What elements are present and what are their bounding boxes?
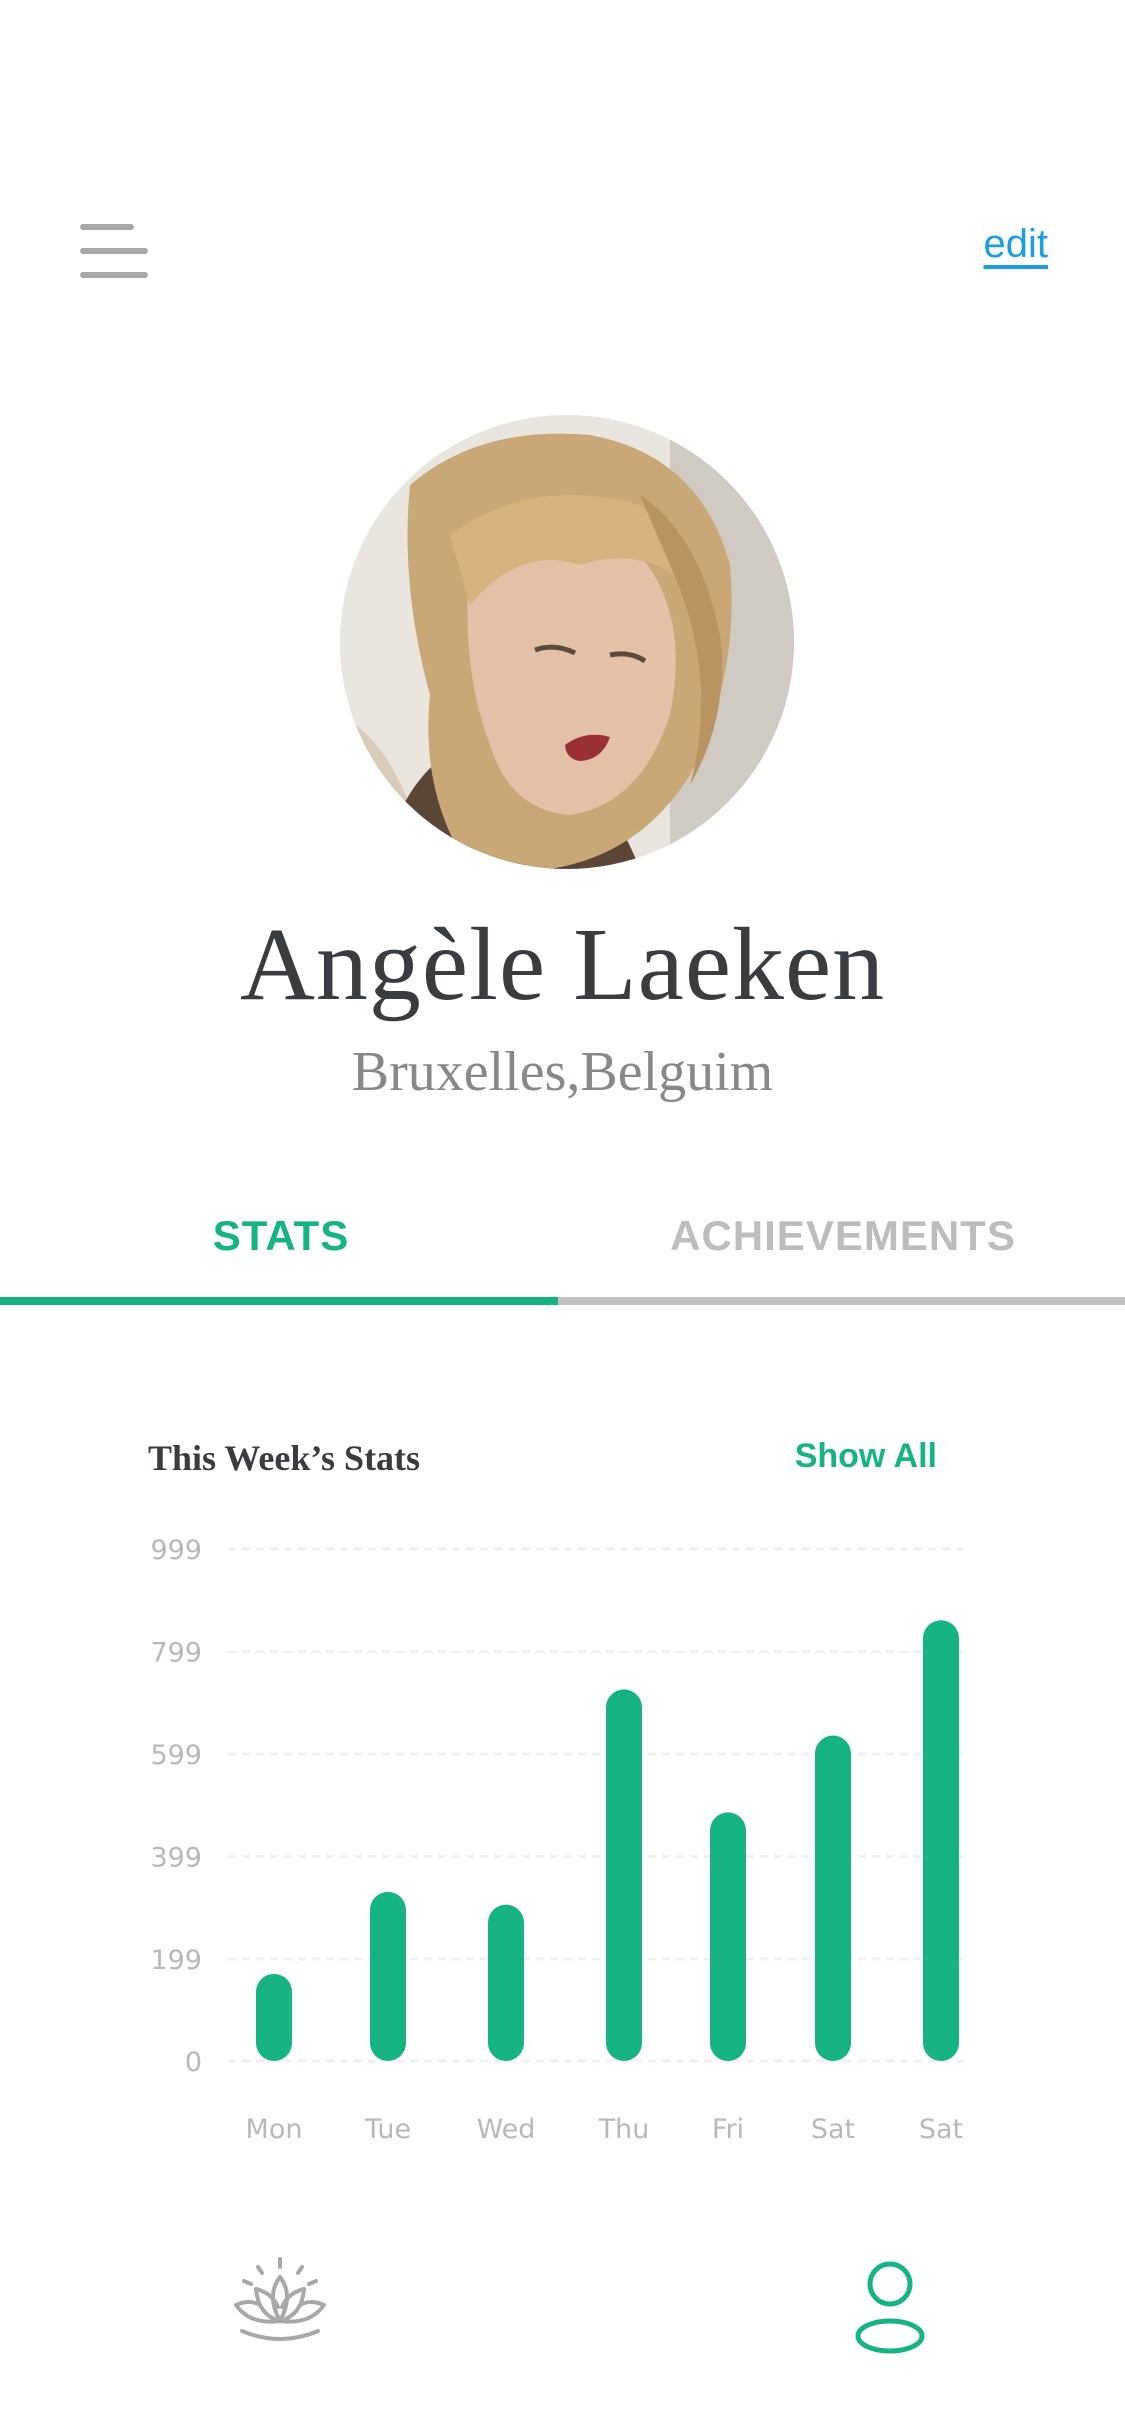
profile-name: Angèle Laeken [239,907,886,1022]
weekly-stats-title: This Week’s Stats [148,1438,421,1478]
y-tick-label: 399 [150,1843,202,1874]
bar-sat-6 [923,1620,959,2061]
tab-achievements[interactable]: ACHIEVEMENTS [562,1212,1124,1260]
bar-mon-0 [256,1973,292,2061]
x-tick-label: Fri [712,2114,744,2145]
y-tick-label: 199 [150,1945,202,1976]
hamburger-menu-icon [80,224,134,230]
bar-tue-1 [370,1891,406,2061]
avatar [340,415,794,869]
bar-wed-2 [488,1904,524,2061]
y-tick-label: 599 [150,1740,202,1771]
lotus-meditation-icon [234,2257,326,2341]
x-tick-label: Wed [477,2114,536,2145]
x-tick-label: Sat [811,2114,855,2145]
hamburger-line [80,248,148,254]
bar-thu-3 [606,1689,642,2061]
tab-stats[interactable]: STATS [0,1212,562,1260]
tab-stats-indicator [0,1297,558,1305]
user-profile-icon [855,2261,925,2354]
nav-profile-button[interactable] [848,2258,932,2358]
show-all-button[interactable]: Show All [795,1437,937,1476]
profile-photo [340,415,794,869]
tab-achievements-indicator [558,1297,1125,1305]
menu-button[interactable] [80,220,150,282]
y-tick-label: 999 [150,1535,202,1566]
x-tick-label: Sat [919,2114,963,2145]
nav-meditate-button[interactable] [228,2255,332,2359]
x-tick-label: Tue [364,2114,411,2145]
bar-sat-5 [815,1735,851,2061]
y-tick-label: 0 [185,2047,202,2078]
x-tick-label: Mon [246,2114,303,2145]
y-tick-label: 799 [150,1638,202,1669]
profile-location: Bruxelles,Belguim [351,1041,774,1103]
x-tick-label: Thu [598,2114,650,2145]
bar-fri-4 [710,1812,746,2061]
hamburger-line [80,272,148,278]
edit-link[interactable]: edit [984,222,1049,267]
